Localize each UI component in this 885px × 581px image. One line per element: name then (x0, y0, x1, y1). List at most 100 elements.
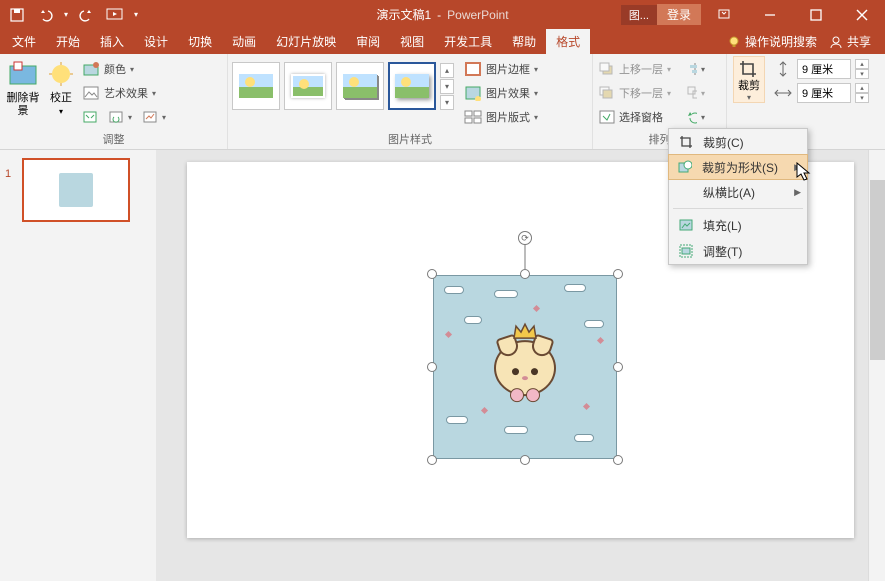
menu-aspect-ratio[interactable]: 纵横比(A) ▶ (669, 179, 807, 205)
crop-icon (679, 135, 693, 149)
remove-background-button[interactable]: 删除背景 (4, 56, 42, 118)
menu-crop[interactable]: 裁剪(C) (669, 129, 807, 155)
tab-format[interactable]: 格式 (546, 29, 590, 54)
resize-handle[interactable] (613, 362, 623, 372)
selected-picture[interactable]: ⟳ (433, 275, 617, 459)
selection-pane-icon (599, 110, 615, 124)
artistic-effects-button[interactable]: 艺术效果▾ (80, 82, 170, 104)
slide-number-label: 1 (5, 168, 11, 180)
align-button[interactable]: ▾ (685, 58, 707, 80)
group-button[interactable]: ▾ (685, 82, 707, 104)
width-spin-buttons[interactable]: ▴▾ (855, 83, 869, 103)
change-picture-icon (108, 109, 124, 125)
scrollbar-thumb[interactable] (870, 180, 885, 360)
undo-dropdown-icon[interactable]: ▾ (60, 10, 72, 19)
reset-picture-icon (142, 109, 158, 125)
tab-file[interactable]: 文件 (2, 29, 46, 54)
redo-button[interactable] (74, 3, 100, 27)
resize-handle[interactable] (427, 269, 437, 279)
width-spinner[interactable]: 9 厘米 ▴▾ (773, 82, 869, 104)
tab-home[interactable]: 开始 (46, 29, 90, 54)
close-button[interactable] (839, 0, 885, 29)
height-spin-buttons[interactable]: ▴▾ (855, 59, 869, 79)
menu-fit[interactable]: 调整(T) (669, 238, 807, 264)
height-spinner[interactable]: 9 厘米 ▴▾ (773, 58, 869, 80)
resize-handle[interactable] (520, 269, 530, 279)
compress-reset-row[interactable]: ▾ ▾ (80, 106, 170, 128)
color-icon (82, 61, 100, 77)
tab-view[interactable]: 视图 (390, 29, 434, 54)
tab-help[interactable]: 帮助 (502, 29, 546, 54)
tab-slideshow[interactable]: 幻灯片放映 (266, 29, 346, 54)
undo-button[interactable] (32, 3, 58, 27)
share-button[interactable]: 共享 (829, 33, 871, 50)
width-icon (774, 85, 792, 101)
resize-handle[interactable] (613, 455, 623, 465)
chevron-right-icon: ▶ (794, 187, 801, 198)
color-button[interactable]: 颜色▾ (80, 58, 170, 80)
tab-animations[interactable]: 动画 (222, 29, 266, 54)
save-button[interactable] (4, 3, 30, 27)
fit-icon (679, 244, 693, 258)
quick-access-toolbar: ▾ ▾ (0, 3, 142, 27)
person-icon (829, 35, 843, 49)
crop-icon (739, 60, 759, 78)
group-icon (687, 86, 697, 100)
shape-icon (678, 160, 692, 174)
gallery-scroll[interactable]: ▴▾▾ (440, 63, 454, 110)
menu-separator (673, 208, 803, 209)
chevron-right-icon: ▶ (794, 162, 801, 173)
tell-me-search[interactable]: 操作说明搜索 (727, 33, 817, 50)
ribbon-tabs: 文件 开始 插入 设计 切换 动画 幻灯片放映 审阅 视图 开发工具 帮助 格式… (0, 29, 885, 54)
menu-fill[interactable]: 填充(L) (669, 212, 807, 238)
layout-icon (464, 109, 482, 125)
rotation-handle[interactable]: ⟳ (518, 231, 532, 245)
tab-transitions[interactable]: 切换 (178, 29, 222, 54)
resize-handle[interactable] (613, 269, 623, 279)
corrections-button[interactable]: 校正▾ (42, 56, 80, 118)
app-name: PowerPoint (447, 8, 508, 22)
compress-icon (82, 109, 98, 125)
picture-border-button[interactable]: 图片边框▾ (462, 58, 558, 80)
bring-forward-icon (599, 62, 615, 76)
picture-style-gallery[interactable]: ▴▾▾ (232, 56, 454, 110)
resize-handle[interactable] (520, 455, 530, 465)
slide-thumbnail-1[interactable] (22, 158, 130, 222)
slide-thumbnails-pane[interactable] (0, 150, 156, 581)
picture-content (433, 275, 617, 459)
qat-customize-icon[interactable]: ▾ (130, 10, 142, 19)
resize-handle[interactable] (427, 455, 437, 465)
border-icon (464, 61, 482, 77)
bulb-icon (727, 35, 741, 49)
crop-button[interactable]: 裁剪 ▾ (733, 56, 765, 103)
send-backward-button[interactable]: 下移一层▾ (597, 82, 685, 104)
picture-effects-button[interactable]: 图片效果▾ (462, 82, 558, 104)
group-picture-styles: ▴▾▾ 图片边框▾ 图片效果▾ 图片版式▾ 图片样式 (228, 54, 593, 149)
vertical-scrollbar[interactable] (868, 150, 885, 581)
thumbnail-image (59, 173, 93, 207)
tab-insert[interactable]: 插入 (90, 29, 134, 54)
cat-illustration (494, 340, 556, 396)
maximize-button[interactable] (793, 0, 839, 29)
send-backward-icon (599, 86, 615, 100)
tab-design[interactable]: 设计 (134, 29, 178, 54)
selection-pane-button[interactable]: 选择窗格 (597, 106, 685, 128)
menu-crop-to-shape[interactable]: 裁剪为形状(S) ▶ (668, 154, 808, 180)
minimize-button[interactable] (747, 0, 793, 29)
tab-review[interactable]: 审阅 (346, 29, 390, 54)
align-icon (687, 62, 697, 76)
fill-icon (679, 218, 693, 232)
tab-developer[interactable]: 开发工具 (434, 29, 502, 54)
document-name: 演示文稿1 (376, 6, 431, 23)
crop-dropdown-menu: 裁剪(C) 裁剪为形状(S) ▶ 纵横比(A) ▶ 填充(L) 调整(T) (668, 128, 808, 265)
ribbon-options-button[interactable] (701, 0, 747, 29)
picture-layout-button[interactable]: 图片版式▾ (462, 106, 558, 128)
start-slideshow-button[interactable] (102, 3, 128, 27)
resize-handle[interactable] (427, 362, 437, 372)
bring-forward-button[interactable]: 上移一层▾ (597, 58, 685, 80)
rotate-button[interactable]: ▾ (685, 106, 707, 128)
window-title: 演示文稿1 - PowerPoint (376, 6, 508, 23)
title-bar: ▾ ▾ 演示文稿1 - PowerPoint 图... 登录 (0, 0, 885, 29)
artistic-icon (82, 85, 100, 101)
login-button[interactable]: 登录 (657, 4, 701, 25)
